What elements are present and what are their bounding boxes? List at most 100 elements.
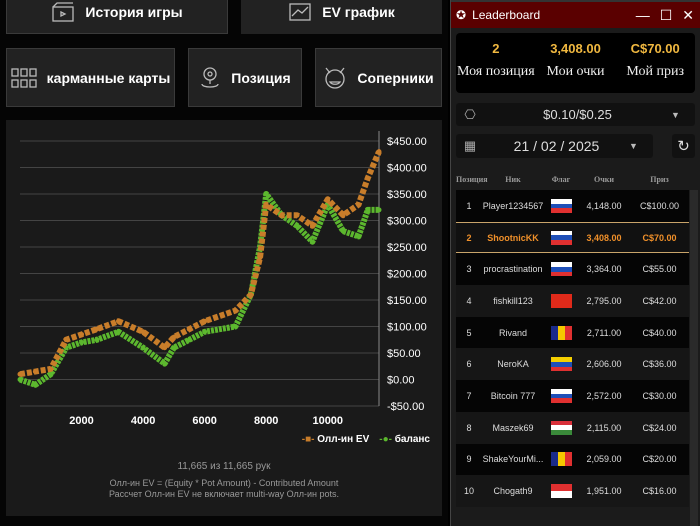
my-stats: 2 Моя позиция 3,408.00 Мои очки C$70.00 Мой…	[456, 33, 695, 93]
ev-formula-note: Олл-ин EV = (Equity * Pot Amount) - Cont…	[109, 478, 339, 488]
table-row[interactable]: 5 Rivand 2,711.00 C$40.00	[456, 316, 689, 349]
row-points: 2,059.00	[586, 454, 622, 465]
location-pin-icon	[201, 66, 219, 88]
data-point	[294, 223, 300, 229]
data-point	[94, 326, 100, 332]
data-point	[94, 337, 100, 343]
row-position: 10	[463, 486, 474, 497]
row-points: 2,572.00	[586, 390, 622, 401]
table-row[interactable]: 6 NeroKA 2,606.00 C$36.00	[456, 348, 689, 381]
ev-multiway-note: Рассчет Олл-ин EV не включает multi-way …	[108, 489, 340, 499]
row-nick: fishkill123	[493, 295, 533, 306]
table-row[interactable]: 2 ShootnicKK 3,408.00 C$70.00	[456, 221, 689, 254]
data-point	[17, 377, 23, 382]
table-row[interactable]: 9 ShakeYourMi... 2,059.00 C$20.00	[456, 443, 689, 476]
flag-icon	[544, 293, 578, 308]
data-point	[186, 337, 192, 343]
my-position-label: Моя позиция	[456, 64, 535, 79]
y-tick-label: $0.00	[387, 375, 415, 387]
data-point	[340, 212, 346, 218]
calendar-icon: ▦	[463, 138, 477, 153]
row-points: 3,364.00	[586, 264, 622, 275]
hands-count: 11,665 из 11,665 рук	[177, 461, 271, 472]
pocket-cards-label: карманные карты	[46, 69, 171, 86]
row-points: 2,795.00	[586, 295, 622, 306]
row-nick: ShootnicKK	[487, 232, 539, 243]
row-position: 1	[466, 200, 472, 211]
data-point	[162, 345, 168, 351]
my-points-value: 3,408.00	[550, 41, 601, 56]
y-tick-label: $450.00	[387, 136, 427, 148]
row-prize: C$20.00	[642, 454, 677, 465]
refresh-icon: ↻	[677, 138, 690, 155]
stakes-select[interactable]: ⎔ $0.10/$0.25 ▼	[456, 103, 695, 126]
position-button[interactable]: Позиция	[188, 48, 302, 107]
history-label: История игры	[85, 4, 183, 20]
ev-graph-button[interactable]: EV график	[241, 0, 442, 34]
scrollbar[interactable]	[690, 190, 698, 526]
x-tick-label: 4000	[131, 415, 155, 427]
row-points: 4,148.00	[586, 200, 622, 211]
row-points: 2,115.00	[586, 422, 622, 433]
row-position: 6	[466, 359, 472, 370]
chevron-down-icon: ▼	[671, 109, 680, 120]
opponents-button[interactable]: Соперники	[315, 48, 442, 107]
row-prize: C$40.00	[642, 327, 677, 338]
row-nick: Rivand	[498, 327, 527, 338]
data-point	[63, 337, 69, 343]
data-point	[248, 292, 254, 298]
table-row[interactable]: 1 Player1234567 4,148.00 C$100.00	[456, 190, 689, 222]
data-point	[257, 255, 263, 261]
y-tick-label: $50.00	[387, 348, 421, 360]
data-point	[115, 329, 121, 335]
row-prize: C$55.00	[642, 264, 677, 275]
line-chart-icon	[289, 3, 311, 21]
my-position-value: 2	[492, 41, 500, 56]
y-tick-label: $250.00	[387, 242, 427, 254]
close-icon[interactable]: ✕	[682, 7, 694, 24]
data-point	[202, 329, 208, 335]
data-point	[32, 369, 38, 375]
maximize-icon[interactable]: ☐	[660, 7, 673, 24]
row-position: 9	[466, 454, 472, 465]
row-points: 3,408.00	[586, 232, 622, 243]
ev-chart-panel: $450.00 $400.00 $350.00 $300.00 $250.00 $200.…	[6, 120, 442, 516]
row-prize: C$70.00	[642, 232, 677, 243]
data-point	[115, 318, 121, 324]
table-header: Позиция Ник Флаг Очки Приз	[456, 175, 691, 184]
row-points: 2,606.00	[586, 359, 622, 370]
row-prize: C$16.00	[642, 486, 677, 497]
row-prize: C$36.00	[642, 359, 677, 370]
row-position: 8	[466, 422, 472, 433]
table-row[interactable]: 10 Chogath9 1,951.00 C$16.00	[456, 475, 689, 507]
data-point	[356, 202, 362, 208]
series-line-ev	[19, 150, 382, 378]
flag-icon	[544, 484, 578, 499]
table-row[interactable]: 8 Maszek69 2,115.00 C$24.00	[456, 411, 689, 444]
table-row[interactable]: 4 fishkill123 2,795.00 C$42.00	[456, 285, 689, 317]
history-button[interactable]: История игры	[6, 0, 228, 34]
table-row[interactable]: 3 procrastination 3,364.00 C$55.00	[456, 253, 689, 286]
data-point	[79, 339, 85, 345]
my-prize-label: Мой приз	[626, 64, 684, 79]
data-point	[365, 207, 371, 213]
row-nick: Chogath9	[493, 486, 533, 497]
y-tick-label: $350.00	[387, 189, 427, 201]
title-bar[interactable]: ✪ Leaderboard — ☐ ✕	[451, 0, 700, 28]
date-select[interactable]: ▦ 21 / 02 / 2025 ▼	[456, 134, 653, 158]
refresh-button[interactable]: ↻	[672, 134, 695, 158]
main-panel: История игры EV график карманные карты П…	[0, 0, 448, 526]
y-tick-label: $200.00	[387, 269, 427, 281]
row-prize: C$30.00	[642, 390, 677, 401]
flag-icon	[544, 420, 578, 435]
table-row[interactable]: 7 Bitcoin 777 2,572.00 C$30.00	[456, 380, 689, 412]
data-point	[32, 382, 38, 388]
row-points: 1,951.00	[586, 486, 622, 497]
minimize-icon[interactable]: —	[636, 7, 650, 24]
ev-chart: $450.00 $400.00 $350.00 $300.00 $250.00 $200.…	[17, 131, 427, 427]
data-point	[79, 331, 85, 337]
position-label: Позиция	[231, 69, 291, 86]
data-point	[202, 318, 208, 324]
data-point	[232, 324, 238, 329]
pocket-cards-button[interactable]: карманные карты	[6, 48, 175, 107]
